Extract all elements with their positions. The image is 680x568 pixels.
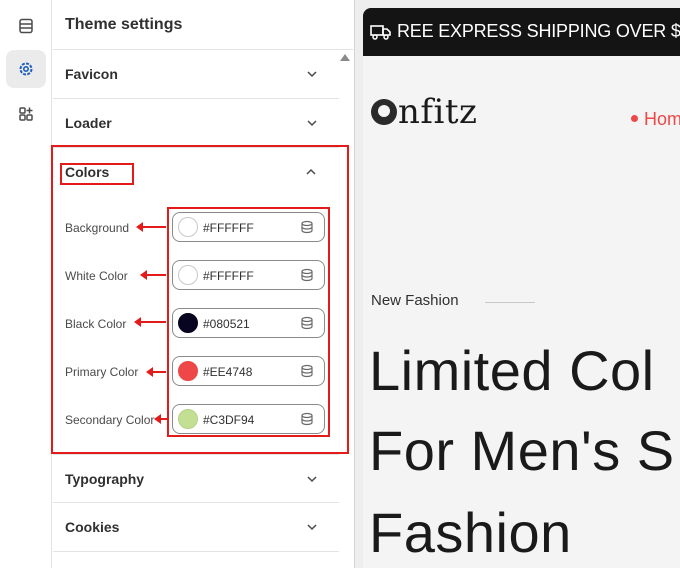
section-label: Favicon [65, 66, 118, 82]
database-icon[interactable] [300, 316, 314, 330]
theme-settings-button[interactable] [6, 50, 46, 88]
chevron-down-icon [307, 476, 317, 483]
gear-icon [19, 62, 33, 76]
background-color-label: Background [65, 221, 130, 235]
hero-heading-line-1: Limited Col [369, 339, 655, 402]
color-hex-value[interactable]: #C3DF94 [203, 413, 254, 427]
black-color-field[interactable]: #080521 [172, 308, 325, 338]
store-preview: REE EXPRESS SHIPPING OVER $2 nfitz Hom N… [354, 0, 680, 568]
background-color-field[interactable]: #FFFFFF [172, 212, 325, 242]
announcement-text: REE EXPRESS SHIPPING OVER $2 [397, 21, 680, 41]
color-swatch[interactable] [178, 313, 198, 333]
annotation-arrow [136, 222, 166, 232]
color-swatch[interactable] [178, 409, 198, 429]
section-cookies[interactable]: Cookies [53, 503, 339, 552]
section-label: Loader [65, 115, 112, 131]
hero-heading-line-3: Fashion [369, 501, 572, 564]
section-label: Cookies [65, 519, 120, 535]
database-icon[interactable] [300, 268, 314, 282]
sections-button[interactable] [6, 7, 46, 45]
chevron-down-icon [307, 120, 317, 127]
color-hex-value[interactable]: #EE4748 [203, 365, 252, 379]
chevron-down-icon [307, 524, 317, 531]
tagline-divider [485, 302, 535, 303]
section-typography[interactable]: Typography [53, 454, 339, 503]
color-hex-value[interactable]: #080521 [203, 317, 250, 331]
chevron-down-icon [307, 71, 317, 78]
white-color-field[interactable]: #FFFFFF [172, 260, 325, 290]
theme-editor: Theme settings Favicon Loader Colors Bac… [0, 0, 680, 568]
secondary-color-field[interactable]: #C3DF94 [172, 404, 325, 434]
color-swatch[interactable] [178, 265, 198, 285]
color-swatch[interactable] [178, 217, 198, 237]
logo-mark [371, 99, 397, 125]
truck-icon [370, 25, 391, 40]
store-logo[interactable]: nfitz [371, 92, 477, 132]
panel-title: Theme settings [65, 16, 183, 33]
annotation-arrow [140, 270, 166, 280]
section-label: Typography [65, 471, 145, 487]
scroll-up-arrow-icon[interactable] [340, 54, 350, 61]
apps-button[interactable] [6, 95, 46, 133]
hero-tagline: New Fashion [371, 292, 459, 309]
color-hex-value[interactable]: #FFFFFF [203, 221, 254, 235]
color-swatch[interactable] [178, 361, 198, 381]
chevron-up-icon[interactable] [304, 165, 318, 179]
theme-settings-panel: Theme settings Favicon Loader Colors Bac… [51, 0, 353, 568]
color-hex-value[interactable]: #FFFFFF [203, 269, 254, 283]
nav-home-label: Hom [644, 109, 680, 129]
logo-text: nfitz [398, 92, 478, 132]
section-loader[interactable]: Loader [53, 99, 339, 148]
preview-frame: REE EXPRESS SHIPPING OVER $2 nfitz Hom N… [363, 8, 680, 568]
white-color-label: White Color [65, 269, 128, 283]
database-icon[interactable] [300, 220, 314, 234]
database-icon[interactable] [300, 364, 314, 378]
sections-icon [19, 18, 33, 34]
annotation-arrow [146, 367, 166, 377]
secondary-color-label: Secondary Color [65, 413, 155, 427]
primary-color-label: Primary Color [65, 365, 139, 379]
section-label-colors[interactable]: Colors [65, 164, 109, 180]
active-dot [631, 115, 638, 122]
database-icon[interactable] [300, 412, 314, 426]
icon-rail [0, 0, 52, 568]
primary-color-field[interactable]: #EE4748 [172, 356, 325, 386]
announcement-bar: REE EXPRESS SHIPPING OVER $2 [363, 8, 680, 56]
annotation-arrow [134, 317, 166, 327]
apps-icon [19, 107, 33, 121]
hero-heading-line-2: For Men's S [369, 419, 675, 482]
nav-home-link[interactable]: Hom [631, 109, 680, 130]
section-favicon[interactable]: Favicon [53, 50, 339, 99]
annotation-arrow [154, 414, 168, 424]
black-color-label: Black Color [65, 317, 127, 331]
